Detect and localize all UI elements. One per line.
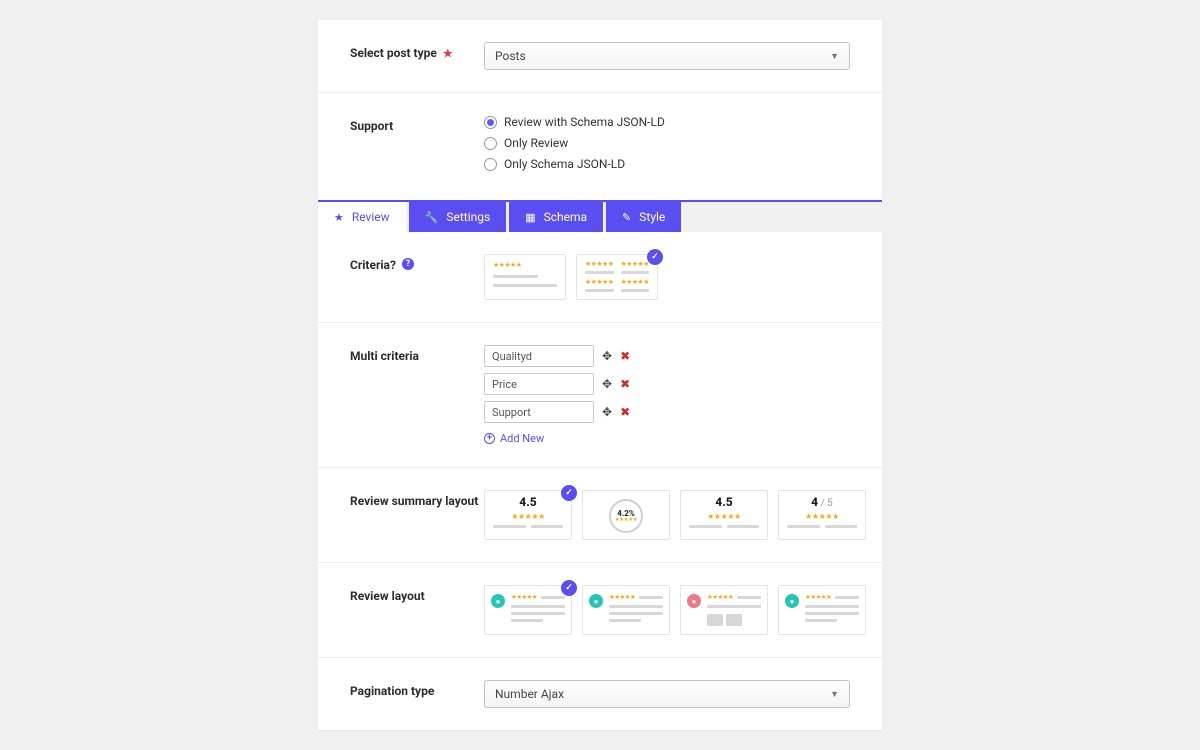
- delete-icon[interactable]: ✖: [620, 377, 630, 391]
- tabs: ★ Review 🔧 Settings ▦ Schema ✎ Style: [318, 200, 882, 232]
- check-icon: [647, 249, 663, 265]
- row-summary-layout: Review summary layout 4.5 ★★★★★ 4.2% ★★★…: [318, 468, 882, 563]
- add-new-button[interactable]: + Add New: [484, 432, 544, 445]
- tab-style[interactable]: ✎ Style: [606, 202, 681, 232]
- criteria-input[interactable]: Price: [484, 373, 594, 395]
- stars-icon: ★★★★★: [511, 513, 545, 521]
- stars-icon: ★★★★★: [805, 513, 839, 521]
- plus-icon: +: [484, 433, 495, 444]
- radio-option-schema-ld[interactable]: Review with Schema JSON-LD: [484, 115, 850, 129]
- tab-review-body: Criteria? ? ★★★★★ ★★★★★ ★★★★★ ★★★★★ ★★★★…: [318, 232, 882, 730]
- stars-icon: ★★★★★: [493, 262, 557, 269]
- radio-icon: [484, 158, 497, 171]
- help-icon[interactable]: ?: [402, 258, 414, 270]
- criteria-item: Qualityd ✥ ✖: [484, 345, 850, 367]
- chevron-down-icon: ▼: [830, 51, 839, 62]
- stars-icon: ★★★★★: [707, 513, 741, 521]
- row-criteria: Criteria? ? ★★★★★ ★★★★★ ★★★★★ ★★★★★ ★★★★…: [318, 232, 882, 323]
- move-icon[interactable]: ✥: [602, 349, 612, 363]
- radio-icon: [484, 137, 497, 150]
- criteria-input[interactable]: Qualityd: [484, 345, 594, 367]
- required-icon: ★: [443, 46, 453, 60]
- move-icon[interactable]: ✥: [602, 377, 612, 391]
- review-layout-2[interactable]: ● ★★★★★: [582, 585, 670, 635]
- avatar-icon: ●: [687, 594, 701, 608]
- image-icon: [726, 614, 742, 626]
- review-layout-3[interactable]: ● ★★★★★: [680, 585, 768, 635]
- label-criteria: Criteria? ?: [350, 254, 484, 300]
- move-icon[interactable]: ✥: [602, 405, 612, 419]
- chevron-down-icon: ▼: [830, 689, 839, 700]
- criteria-layout-multi[interactable]: ★★★★★ ★★★★★ ★★★★★ ★★★★★: [576, 254, 658, 300]
- donut-chart-icon: 4.2% ★★★★★: [609, 499, 643, 533]
- tab-settings[interactable]: 🔧 Settings: [409, 202, 507, 232]
- row-review-layout: Review layout ● ★★★★★ ● ★★★★★: [318, 563, 882, 658]
- radio-option-only-review[interactable]: Only Review: [484, 136, 850, 150]
- image-icon: [707, 614, 723, 626]
- wrench-icon: 🔧: [425, 211, 439, 224]
- summary-layout-2[interactable]: 4.2% ★★★★★: [582, 490, 670, 540]
- label-pagination: Pagination type: [350, 680, 484, 708]
- star-icon: ★: [334, 211, 344, 224]
- label-post-type: Select post type ★: [350, 42, 484, 70]
- label-summary-layout: Review summary layout: [350, 490, 484, 540]
- summary-layout-1[interactable]: 4.5 ★★★★★: [484, 490, 572, 540]
- row-pagination: Pagination type Number Ajax ▼: [318, 658, 882, 730]
- criteria-item: Price ✥ ✖: [484, 373, 850, 395]
- settings-panel: Select post type ★ Posts ▼ Support Revie…: [318, 20, 882, 200]
- select-post-type[interactable]: Posts ▼: [484, 42, 850, 70]
- tab-review[interactable]: ★ Review: [318, 202, 406, 232]
- select-value: Number Ajax: [495, 687, 564, 701]
- avatar-icon: ●: [589, 594, 603, 608]
- label-review-layout: Review layout: [350, 585, 484, 635]
- table-icon: ▦: [525, 211, 535, 224]
- row-post-type: Select post type ★ Posts ▼: [318, 20, 882, 93]
- radio-option-only-schema[interactable]: Only Schema JSON-LD: [484, 157, 850, 171]
- review-layout-1[interactable]: ● ★★★★★: [484, 585, 572, 635]
- radio-icon: [484, 116, 497, 129]
- review-layout-4[interactable]: ● ★★★★★: [778, 585, 866, 635]
- brush-icon: ✎: [622, 211, 631, 224]
- criteria-input[interactable]: Support: [484, 401, 594, 423]
- avatar-icon: ●: [785, 594, 799, 608]
- tab-schema[interactable]: ▦ Schema: [509, 202, 603, 232]
- select-pagination-type[interactable]: Number Ajax ▼: [484, 680, 850, 708]
- check-icon: [561, 580, 577, 596]
- select-value: Posts: [495, 49, 526, 63]
- summary-layout-3[interactable]: 4.5 ★★★★★: [680, 490, 768, 540]
- summary-layout-4[interactable]: 4 / 5 ★★★★★: [778, 490, 866, 540]
- criteria-item: Support ✥ ✖: [484, 401, 850, 423]
- delete-icon[interactable]: ✖: [620, 349, 630, 363]
- avatar-icon: ●: [491, 594, 505, 608]
- criteria-layout-single[interactable]: ★★★★★: [484, 254, 566, 300]
- delete-icon[interactable]: ✖: [620, 405, 630, 419]
- row-multi-criteria: Multi criteria Qualityd ✥ ✖ Price ✥ ✖ Su…: [318, 323, 882, 468]
- label-multi-criteria: Multi criteria: [350, 345, 484, 445]
- check-icon: [561, 485, 577, 501]
- row-support: Support Review with Schema JSON-LD Only …: [318, 93, 882, 200]
- label-support: Support: [350, 115, 484, 178]
